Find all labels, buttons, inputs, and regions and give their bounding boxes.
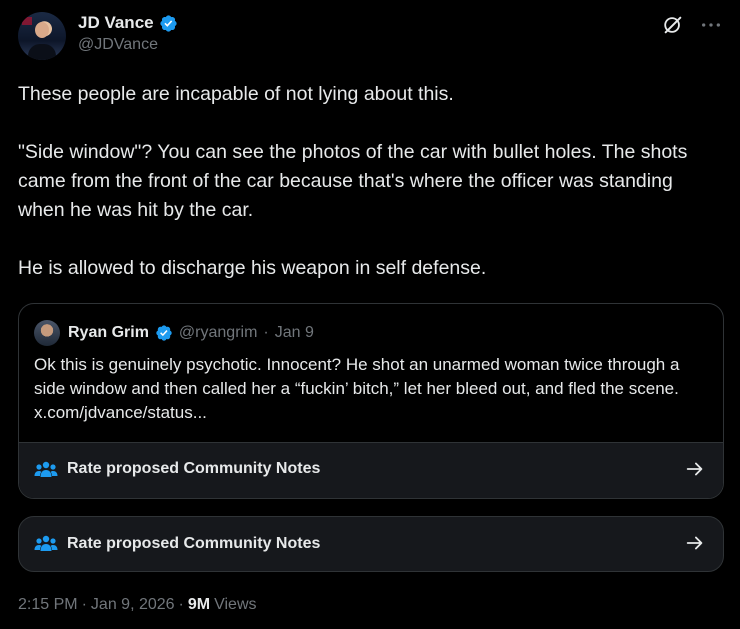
tweet: JD Vance @JDVance These people are incap… <box>0 0 740 629</box>
author-display-name[interactable]: JD Vance <box>78 13 154 33</box>
separator-dot: · <box>178 596 184 613</box>
quote-community-notes-button[interactable]: Rate proposed Community Notes <box>19 442 723 498</box>
verified-badge-icon <box>155 324 173 342</box>
community-notes-label: Rate proposed Community Notes <box>67 460 321 477</box>
tweet-meta: 2:15 PM · Jan 9, 2026 · 9M Views <box>18 596 257 614</box>
quoted-tweet-header: Ryan Grim @ryangrim · Jan 9 <box>34 320 314 346</box>
quoted-tweet-text: Ok this is genuinely psychotic. Innocent… <box>34 355 680 422</box>
tweet-date[interactable]: Jan 9, 2026 <box>91 596 175 614</box>
quoted-author-handle: @ryangrim <box>178 324 258 341</box>
arrow-right-icon <box>684 532 706 554</box>
tweet-time[interactable]: 2:15 PM <box>18 596 78 614</box>
community-notes-button[interactable]: Rate proposed Community Notes <box>18 516 724 572</box>
community-notes-label: Rate proposed Community Notes <box>67 535 321 552</box>
community-notes-people-icon <box>34 460 58 480</box>
tweet-text: These people are incapable of not lying … <box>18 83 688 279</box>
quoted-author-display-name: Ryan Grim <box>68 324 149 341</box>
author-handle[interactable]: @JDVance <box>78 36 178 54</box>
views-count[interactable]: 9M <box>188 596 210 614</box>
author-info: JD Vance @JDVance <box>78 13 178 54</box>
separator-dot: · <box>263 324 269 341</box>
verified-badge-icon[interactable] <box>159 14 178 33</box>
views-label: Views <box>214 596 257 613</box>
separator-dot: · <box>81 596 87 613</box>
grok-icon[interactable] <box>662 14 684 36</box>
quoted-tweet[interactable]: Ryan Grim @ryangrim · Jan 9 Ok this is g… <box>18 303 724 499</box>
arrow-right-icon <box>684 458 706 480</box>
quoted-author-avatar <box>34 320 60 346</box>
quoted-tweet-date: Jan 9 <box>274 324 314 341</box>
community-notes-people-icon <box>34 534 58 554</box>
more-icon[interactable] <box>700 18 722 32</box>
tweet-header: JD Vance @JDVance <box>18 12 724 62</box>
author-avatar[interactable] <box>18 12 66 60</box>
